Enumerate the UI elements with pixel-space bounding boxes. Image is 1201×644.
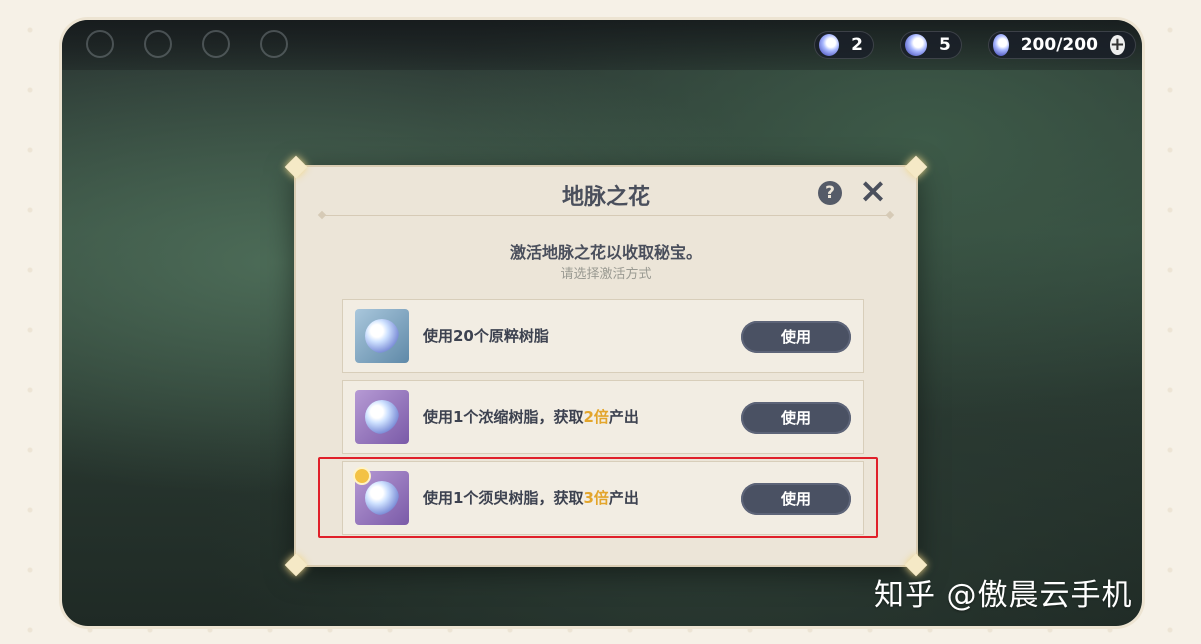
use-condensed-resin-button[interactable]: 使用 [741,402,851,434]
resin-value: 200/200 [1020,35,1098,55]
moon-resin-icon [819,34,840,56]
close-icon[interactable]: × [858,174,888,208]
currency-2-value: 5 [939,35,951,55]
currency-2-counter[interactable]: 5 [900,31,962,59]
option-condensed-resin: 使用1个浓缩树脂，获取2倍产出 使用 [342,380,864,454]
condensed-resin-icon [905,34,927,56]
watermark: 知乎 @傲晨云手机 [874,578,1133,613]
original-resin-icon [993,34,1009,56]
highlight-annotation-box [318,457,878,538]
eye-icon[interactable] [144,30,172,58]
option-text: 使用1个浓缩树脂，获取2倍产出 [423,408,639,426]
title-divider [322,215,890,216]
compass-icon[interactable] [86,30,114,58]
dialog-hint: 请选择激活方式 [560,267,652,282]
plus-icon[interactable]: + [1109,35,1125,55]
currency-1-counter[interactable]: 2 [814,31,874,59]
badge-icon[interactable] [202,30,230,58]
option-original-resin: 使用20个原粹树脂 使用 [342,299,864,373]
currency-1-value: 2 [851,35,863,55]
original-resin-icon [355,309,409,363]
resin-counter[interactable]: 200/200 + [988,31,1136,59]
condensed-resin-icon [355,390,409,444]
book-icon[interactable] [260,30,288,58]
question-icon[interactable]: ? [818,181,842,205]
top-hud-bar: 2 5 200/200 + [62,20,1142,70]
option-text: 使用20个原粹树脂 [423,327,549,345]
use-original-resin-button[interactable]: 使用 [741,321,851,353]
dialog-subtitle: 激活地脉之花以收取秘宝。 [509,243,702,262]
